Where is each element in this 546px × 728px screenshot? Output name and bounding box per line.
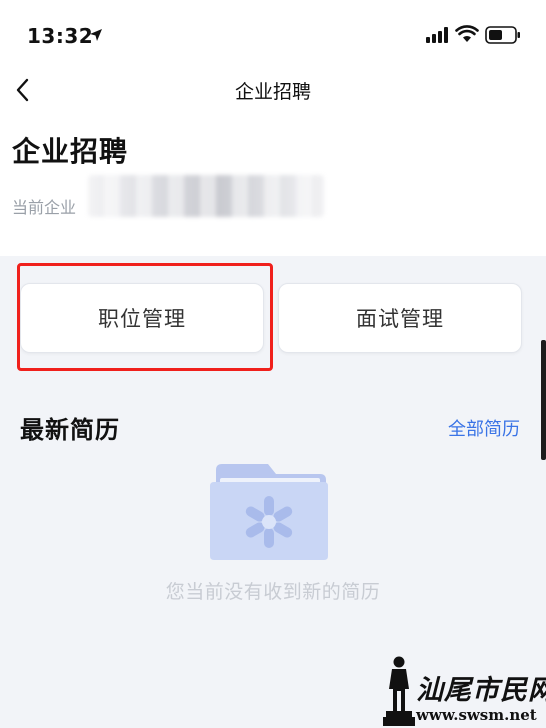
interview-management-label: 面试管理 [356,307,444,331]
status-bar: 13:32 [0,0,546,70]
position-management-button[interactable]: 职位管理 [20,283,264,353]
wifi-icon [455,25,479,42]
empty-folder-icon [210,464,328,560]
current-company-label: 当前企业 [12,198,77,217]
nav-title: 企业招聘 [234,81,311,103]
status-time: 13:32 [27,24,94,48]
watermark-url: www.swsm.net [416,706,537,724]
interview-management-button[interactable]: 面试管理 [278,283,522,353]
latest-resumes-title: 最新简历 [20,416,120,444]
watermark-site-name: 汕尾市民网 [416,675,546,706]
all-resumes-link[interactable]: 全部简历 [448,415,520,441]
watermark-figure-icon [383,656,415,726]
location-arrow-icon [90,29,102,41]
signal-icon [426,27,448,43]
navigation-bar: 企业招聘 [0,70,546,110]
scrollbar[interactable] [541,340,546,460]
battery-icon [485,26,520,44]
position-management-label: 职位管理 [98,307,186,331]
redacted-company-name [88,175,324,217]
empty-resumes-message: 您当前没有收到新的简历 [165,581,381,603]
page-title: 企业招聘 [12,135,129,168]
